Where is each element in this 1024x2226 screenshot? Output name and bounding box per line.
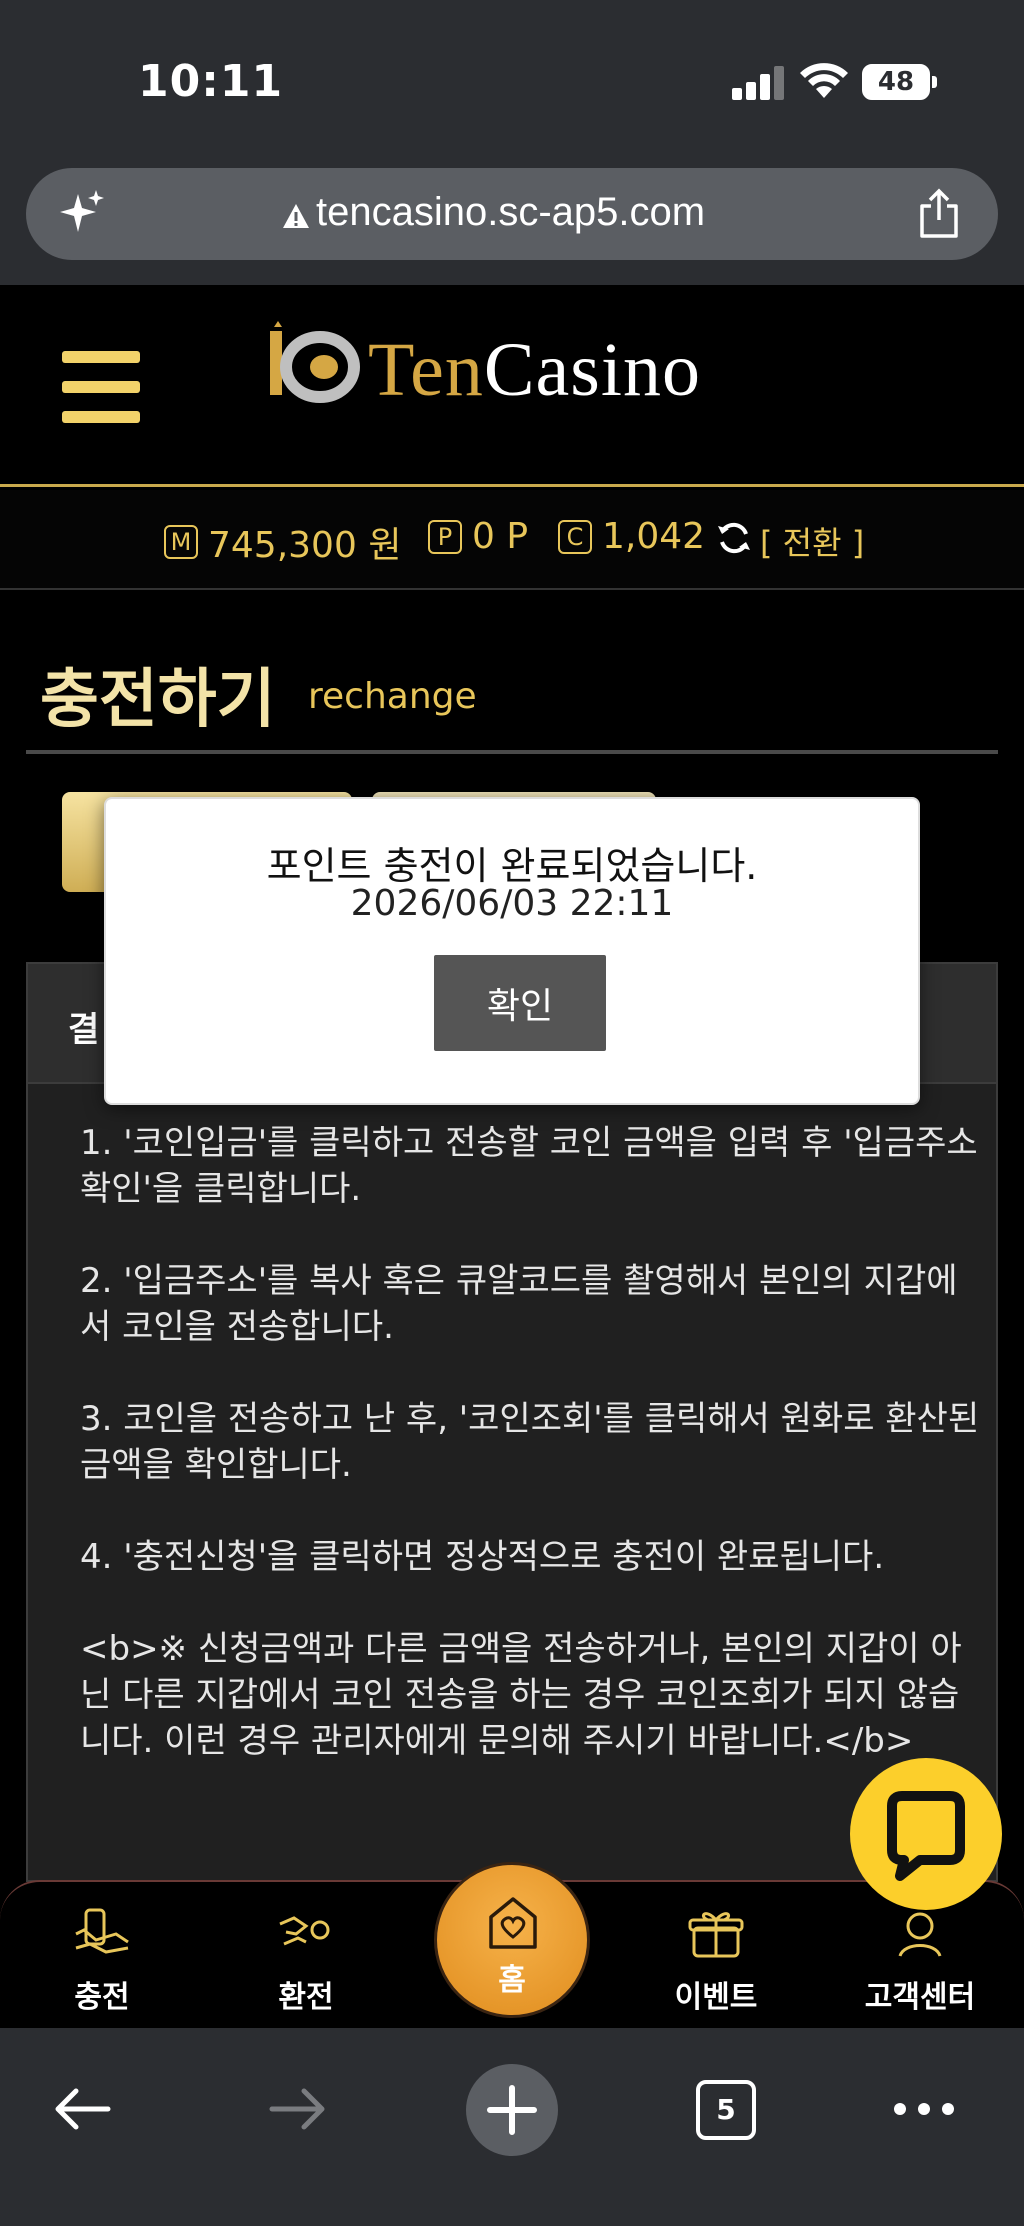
browser-toolbar: 5 [0, 2028, 1024, 2226]
battery-level: 48 [877, 67, 915, 97]
chat-bubble-icon [887, 1791, 965, 1881]
exchange-icon [279, 1916, 330, 1946]
browser-address-area: tencasino.sc-ap5.com [0, 160, 1024, 285]
modal-date: 2026/06/03 22:11 [350, 883, 674, 924]
balance-bar: M 745,300 원 P 0 P C 1,042 [ 전환 ] [0, 490, 1024, 590]
refresh-icon[interactable] [716, 520, 752, 556]
nav-exchange-label: 환전 [278, 1980, 334, 2015]
more-icon[interactable] [892, 2094, 956, 2124]
warning-icon [283, 204, 309, 228]
address-bar[interactable]: tencasino.sc-ap5.com [26, 168, 998, 260]
signal-icon [732, 66, 784, 100]
plus-icon [487, 2085, 537, 2135]
page-title: 충전하기 [40, 663, 276, 737]
nav-charge[interactable]: 충전 [22, 1882, 182, 2030]
logo-ten: Ten [368, 328, 484, 412]
page-subtitle: rechange [308, 676, 477, 717]
point-balance: P 0 P [428, 516, 528, 557]
card-header-label: 결 [68, 1010, 100, 1050]
title-divider [26, 750, 998, 754]
nav-event-label: 이벤트 [674, 1980, 758, 2015]
point-value: 0 P [472, 516, 529, 557]
wifi-icon [800, 63, 848, 98]
nav-support-label: 고객센터 [864, 1980, 976, 2015]
menu-icon[interactable] [62, 351, 142, 423]
money-balance: M 745,300 원 [164, 516, 401, 568]
money-icon: M [164, 525, 198, 559]
nav-home-label: 홈 [498, 1963, 526, 1998]
nav-event[interactable]: 이벤트 [636, 1882, 796, 2030]
point-icon: P [428, 519, 462, 554]
logo-text[interactable]: TenCasino [368, 327, 701, 414]
status-bar: 10:11 48 [0, 0, 1024, 160]
battery-nub [932, 76, 937, 88]
logo-casino: Casino [483, 328, 701, 412]
logo-icon[interactable] [262, 321, 362, 411]
nav-charge-label: 충전 [74, 1980, 130, 2015]
site-header: TenCasino [0, 285, 1024, 487]
instructions-text: 1. '코인입금'를 클릭하고 전송할 코인 금액을 입력 후 '입금주소확인'… [80, 1123, 980, 1761]
coin-icon: C [558, 519, 592, 554]
status-time: 10:11 [138, 56, 284, 107]
tabs-button[interactable]: 5 [696, 2080, 756, 2140]
nav-home-button[interactable]: 홈 [434, 1862, 590, 2018]
money-value: 745,300 원 [208, 525, 402, 566]
forward-arrow-icon[interactable] [268, 2084, 328, 2134]
url-text[interactable]: tencasino.sc-ap5.com [316, 190, 705, 235]
sparkle-icon[interactable] [56, 188, 108, 240]
alert-modal: 포인트 충전이 완료되었습니다. 2026/06/03 22:11 확인 [104, 797, 920, 1105]
share-icon[interactable] [914, 188, 964, 240]
new-tab-button[interactable] [466, 2064, 558, 2156]
nav-exchange[interactable]: 환전 [226, 1882, 386, 2030]
gift-icon [688, 1912, 744, 1958]
support-icon [898, 1912, 942, 1957]
modal-message: 포인트 충전이 완료되었습니다. [266, 844, 758, 888]
charge-icon [75, 1908, 129, 1954]
confirm-button[interactable]: 확인 [434, 955, 606, 1051]
battery-icon: 48 [862, 64, 930, 100]
home-heart-icon [489, 1897, 537, 1949]
coin-value: 1,042 [602, 516, 706, 557]
back-arrow-icon[interactable] [52, 2084, 112, 2134]
convert-link[interactable]: [ 전환 ] [760, 518, 864, 564]
coin-balance: C 1,042 [558, 516, 705, 557]
chat-button[interactable] [850, 1758, 1002, 1910]
